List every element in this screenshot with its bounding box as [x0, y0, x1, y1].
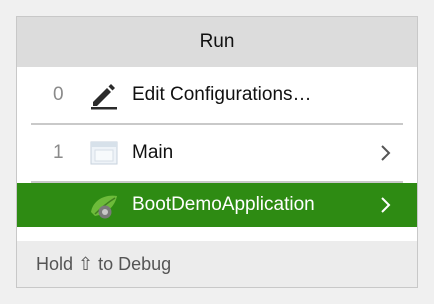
run-popup: Run 0 Edit Configurations… 1 Main BootDe…	[16, 16, 418, 288]
footer-hint-text: Hold ⇧ to Debug	[36, 253, 172, 274]
chevron-right-icon	[377, 196, 395, 214]
menu-item-label: BootDemoApplication	[132, 194, 315, 215]
pencil-icon	[87, 78, 121, 112]
menu-item-number: 1	[53, 142, 64, 163]
popup-header: Run	[17, 17, 417, 67]
window-icon	[87, 136, 121, 170]
menu-item-label: Edit Configurations…	[132, 84, 312, 105]
popup-footer-hint: Hold ⇧ to Debug	[17, 241, 417, 287]
menu-item-edit-configurations[interactable]: 0 Edit Configurations…	[17, 67, 417, 123]
menu-item-number: 0	[53, 84, 64, 105]
menu-item-label: Main	[132, 142, 174, 163]
menu-item-main[interactable]: 1 Main	[17, 125, 417, 181]
menu-item-bootdemoapplication[interactable]: BootDemoApplication	[17, 183, 417, 227]
popup-title: Run	[199, 31, 235, 52]
spring-boot-icon	[87, 188, 121, 222]
chevron-right-icon	[377, 144, 395, 162]
